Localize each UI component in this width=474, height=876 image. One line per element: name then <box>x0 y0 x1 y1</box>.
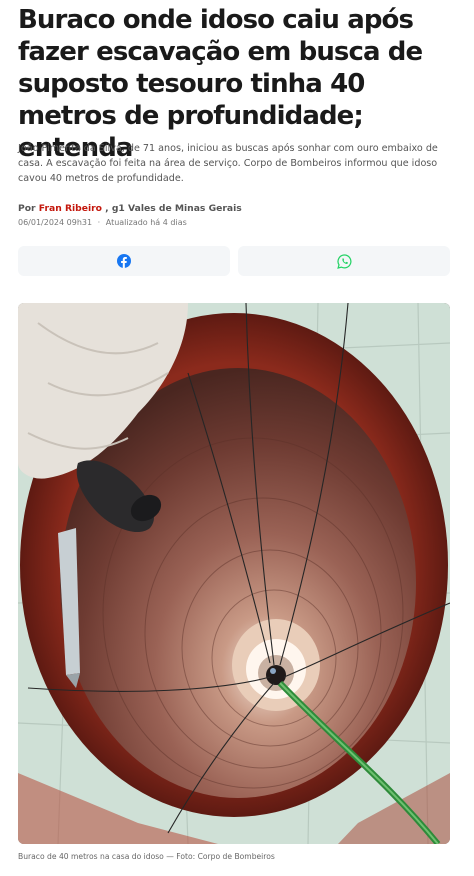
share-whatsapp-button[interactable] <box>238 246 450 276</box>
hole-photo-illustration <box>18 303 450 844</box>
article-photo[interactable] <box>18 303 450 844</box>
facebook-icon <box>117 254 131 268</box>
byline: Por Fran Ribeiro , g1 Vales de Minas Ger… <box>18 203 242 214</box>
updated-date: Atualizado há 4 dias <box>105 218 187 227</box>
published-date: 06/01/2024 09h31 <box>18 218 93 227</box>
dateline: 06/01/2024 09h31 · Atualizado há 4 dias <box>18 218 187 227</box>
photo-caption: Buraco de 40 metros na casa do idoso — F… <box>18 852 275 861</box>
whatsapp-icon <box>336 253 352 269</box>
article-page: Buraco onde idoso caiu após fazer escava… <box>0 0 474 876</box>
article-subhead: João Pimenta da Silva, de 71 anos, inici… <box>18 143 438 184</box>
date-separator: · <box>97 218 101 227</box>
byline-prefix: Por <box>18 203 36 214</box>
share-facebook-button[interactable] <box>18 246 230 276</box>
byline-outlet: , g1 Vales de Minas Gerais <box>105 203 242 214</box>
article-headline: Buraco onde idoso caiu após fazer escava… <box>18 5 423 163</box>
author-link[interactable]: Fran Ribeiro <box>39 203 102 214</box>
